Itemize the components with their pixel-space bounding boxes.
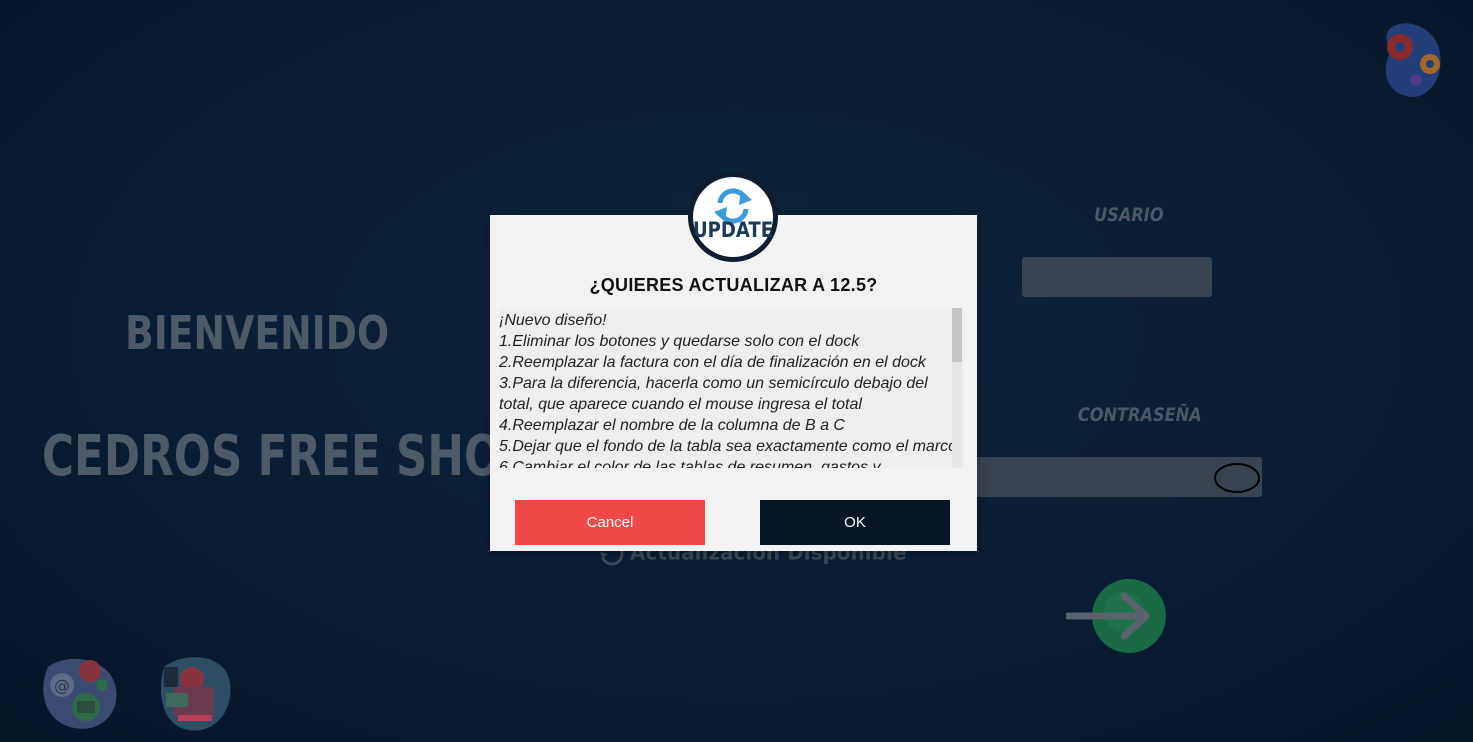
changelog-line: 3.Para la diferencia, hacerla como un se… bbox=[499, 375, 933, 413]
contact-icon[interactable]: @ bbox=[40, 655, 120, 731]
cancel-button[interactable]: Cancel bbox=[515, 500, 705, 545]
tools-icon[interactable] bbox=[158, 653, 232, 733]
update-dialog: ¿QUIERES ACTUALIZAR A 12.5? ¡Nuevo diseñ… bbox=[490, 215, 977, 551]
changelog-line: ¡Nuevo diseño! bbox=[499, 312, 607, 329]
password-label: CONTRASEÑA bbox=[1077, 404, 1202, 426]
user-label: USARIO bbox=[1094, 204, 1164, 226]
username-field[interactable] bbox=[1022, 257, 1212, 297]
changelog-line: 6.Cambiar el color de las tablas de resu… bbox=[499, 459, 881, 468]
gear-icon[interactable] bbox=[1378, 22, 1448, 100]
scrollbar-thumb[interactable] bbox=[952, 308, 962, 362]
changelog-scrollbar[interactable] bbox=[952, 308, 962, 468]
dialog-title: ¿QUIERES ACTUALIZAR A 12.5? bbox=[589, 275, 878, 295]
changelog-text: ¡Nuevo diseño! 1.Eliminar los botones y q… bbox=[499, 310, 961, 468]
svg-text:@: @ bbox=[54, 676, 70, 695]
changelog-box[interactable]: ¡Nuevo diseño! 1.Eliminar los botones y q… bbox=[499, 308, 964, 468]
eye-icon[interactable] bbox=[1214, 462, 1260, 494]
changelog-line: 2.Reemplazar la factura con el día de fi… bbox=[499, 354, 926, 371]
changelog-line: 5.Dejar que el fondo de la tabla sea exa… bbox=[499, 438, 958, 455]
welcome-heading: BIENVENIDO bbox=[125, 306, 390, 360]
shop-name-heading: CEDROS FREE SHOP bbox=[42, 424, 534, 489]
login-button[interactable] bbox=[1066, 578, 1168, 656]
ok-button[interactable]: OK bbox=[760, 500, 950, 545]
changelog-line: 1.Eliminar los botones y quedarse solo c… bbox=[499, 333, 860, 350]
changelog-line: 4.Reemplazar el nombre de la columna de … bbox=[499, 417, 845, 434]
badge-text: UPDATE bbox=[693, 218, 773, 243]
update-badge: UPDATE bbox=[688, 172, 778, 262]
